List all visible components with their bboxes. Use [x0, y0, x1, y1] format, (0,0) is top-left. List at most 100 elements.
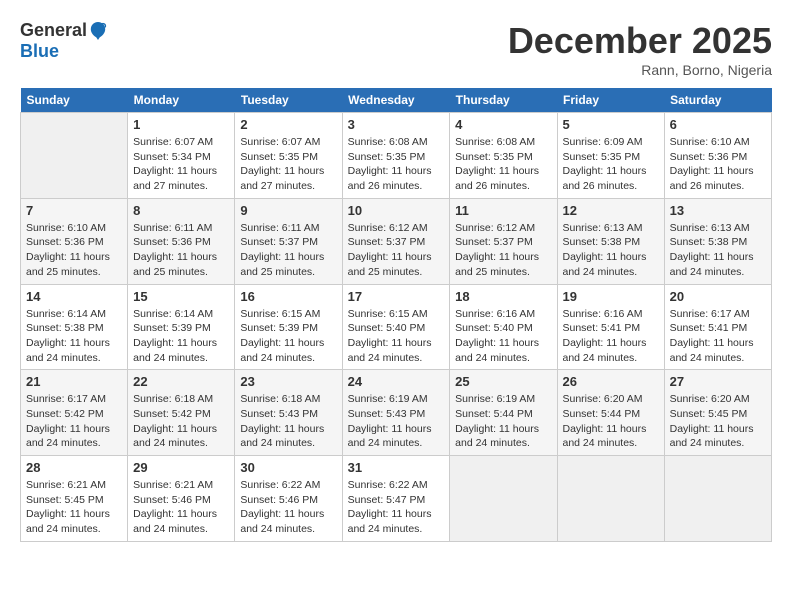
calendar-cell: 19Sunrise: 6:16 AMSunset: 5:41 PMDayligh…	[557, 284, 664, 370]
calendar-header-friday: Friday	[557, 88, 664, 113]
calendar-week-row: 21 Sunrise: 6:17 AMSunset: 5:42 PMDayligh…	[21, 370, 772, 456]
calendar-cell: 28 Sunrise: 6:21 AMSunset: 5:45 PMDayligh…	[21, 456, 128, 542]
day-number: 7	[26, 203, 122, 218]
calendar-header-wednesday: Wednesday	[342, 88, 450, 113]
calendar-cell: 21 Sunrise: 6:17 AMSunset: 5:42 PMDayligh…	[21, 370, 128, 456]
calendar-cell: 15 Sunrise: 6:14 AMSunset: 5:39 PMDayligh…	[128, 284, 235, 370]
day-number: 9	[240, 203, 336, 218]
calendar-cell: 1Sunrise: 6:07 AMSunset: 5:34 PMDaylight…	[128, 113, 235, 199]
day-info: Sunrise: 6:12 AMSunset: 5:37 PMDaylight:…	[348, 221, 445, 280]
day-number: 29	[133, 460, 229, 475]
day-info: Sunrise: 6:11 AMSunset: 5:37 PMDaylight:…	[240, 221, 336, 280]
calendar-cell: 13 Sunrise: 6:13 AMSunset: 5:38 PMDayligh…	[664, 198, 771, 284]
day-number: 10	[348, 203, 445, 218]
day-info: Sunrise: 6:13 AMSunset: 5:38 PMDaylight:…	[563, 221, 659, 280]
calendar-cell	[21, 113, 128, 199]
calendar-cell: 9 Sunrise: 6:11 AMSunset: 5:37 PMDaylight…	[235, 198, 342, 284]
day-info: Sunrise: 6:20 AMSunset: 5:44 PMDaylight:…	[563, 392, 659, 451]
calendar-cell: 18Sunrise: 6:16 AMSunset: 5:40 PMDayligh…	[450, 284, 557, 370]
calendar-cell: 5Sunrise: 6:09 AMSunset: 5:35 PMDaylight…	[557, 113, 664, 199]
day-number: 16	[240, 289, 336, 304]
day-info: Sunrise: 6:14 AMSunset: 5:38 PMDaylight:…	[26, 307, 122, 366]
calendar-cell: 7 Sunrise: 6:10 AMSunset: 5:36 PMDaylight…	[21, 198, 128, 284]
day-number: 13	[670, 203, 766, 218]
day-number: 17	[348, 289, 445, 304]
day-info: Sunrise: 6:15 AMSunset: 5:39 PMDaylight:…	[240, 307, 336, 366]
day-number: 28	[26, 460, 122, 475]
logo-bird-icon	[89, 20, 107, 42]
day-info: Sunrise: 6:08 AMSunset: 5:35 PMDaylight:…	[348, 135, 445, 194]
calendar-cell: 16 Sunrise: 6:15 AMSunset: 5:39 PMDayligh…	[235, 284, 342, 370]
calendar-cell: 6 Sunrise: 6:10 AMSunset: 5:36 PMDaylight…	[664, 113, 771, 199]
calendar-header-saturday: Saturday	[664, 88, 771, 113]
calendar-week-row: 14 Sunrise: 6:14 AMSunset: 5:38 PMDayligh…	[21, 284, 772, 370]
calendar-cell: 11Sunrise: 6:12 AMSunset: 5:37 PMDayligh…	[450, 198, 557, 284]
calendar-cell: 26 Sunrise: 6:20 AMSunset: 5:44 PMDayligh…	[557, 370, 664, 456]
calendar-header-thursday: Thursday	[450, 88, 557, 113]
day-info: Sunrise: 6:15 AMSunset: 5:40 PMDaylight:…	[348, 307, 445, 366]
day-number: 23	[240, 374, 336, 389]
calendar-week-row: 28 Sunrise: 6:21 AMSunset: 5:45 PMDayligh…	[21, 456, 772, 542]
day-number: 24	[348, 374, 445, 389]
day-number: 22	[133, 374, 229, 389]
calendar-cell	[450, 456, 557, 542]
day-number: 21	[26, 374, 122, 389]
calendar-cell	[557, 456, 664, 542]
day-info: Sunrise: 6:22 AMSunset: 5:47 PMDaylight:…	[348, 478, 445, 537]
location: Rann, Borno, Nigeria	[508, 62, 772, 78]
day-number: 25	[455, 374, 551, 389]
calendar-cell: 4Sunrise: 6:08 AMSunset: 5:35 PMDaylight…	[450, 113, 557, 199]
calendar-cell: 29 Sunrise: 6:21 AMSunset: 5:46 PMDayligh…	[128, 456, 235, 542]
logo-blue: Blue	[20, 42, 107, 62]
day-number: 14	[26, 289, 122, 304]
day-info: Sunrise: 6:10 AMSunset: 5:36 PMDaylight:…	[670, 135, 766, 194]
day-number: 5	[563, 117, 659, 132]
month-title: December 2025	[508, 20, 772, 62]
calendar-cell: 10 Sunrise: 6:12 AMSunset: 5:37 PMDayligh…	[342, 198, 450, 284]
day-number: 15	[133, 289, 229, 304]
day-number: 2	[240, 117, 336, 132]
day-info: Sunrise: 6:18 AMSunset: 5:43 PMDaylight:…	[240, 392, 336, 451]
day-info: Sunrise: 6:14 AMSunset: 5:39 PMDaylight:…	[133, 307, 229, 366]
calendar-header-row: SundayMondayTuesdayWednesdayThursdayFrid…	[21, 88, 772, 113]
day-number: 26	[563, 374, 659, 389]
day-info: Sunrise: 6:22 AMSunset: 5:46 PMDaylight:…	[240, 478, 336, 537]
day-number: 6	[670, 117, 766, 132]
day-info: Sunrise: 6:16 AMSunset: 5:41 PMDaylight:…	[563, 307, 659, 366]
day-info: Sunrise: 6:17 AMSunset: 5:41 PMDaylight:…	[670, 307, 766, 366]
day-info: Sunrise: 6:07 AMSunset: 5:34 PMDaylight:…	[133, 135, 229, 194]
calendar-cell: 17 Sunrise: 6:15 AMSunset: 5:40 PMDayligh…	[342, 284, 450, 370]
day-info: Sunrise: 6:12 AMSunset: 5:37 PMDaylight:…	[455, 221, 551, 280]
calendar-cell: 12 Sunrise: 6:13 AMSunset: 5:38 PMDayligh…	[557, 198, 664, 284]
calendar-cell: 27 Sunrise: 6:20 AMSunset: 5:45 PMDayligh…	[664, 370, 771, 456]
title-section: December 2025 Rann, Borno, Nigeria	[508, 20, 772, 78]
day-info: Sunrise: 6:19 AMSunset: 5:43 PMDaylight:…	[348, 392, 445, 451]
calendar-cell: 8Sunrise: 6:11 AMSunset: 5:36 PMDaylight…	[128, 198, 235, 284]
day-info: Sunrise: 6:07 AMSunset: 5:35 PMDaylight:…	[240, 135, 336, 194]
day-info: Sunrise: 6:19 AMSunset: 5:44 PMDaylight:…	[455, 392, 551, 451]
calendar-header-monday: Monday	[128, 88, 235, 113]
calendar-cell: 30Sunrise: 6:22 AMSunset: 5:46 PMDayligh…	[235, 456, 342, 542]
day-info: Sunrise: 6:20 AMSunset: 5:45 PMDaylight:…	[670, 392, 766, 451]
calendar-cell: 25 Sunrise: 6:19 AMSunset: 5:44 PMDayligh…	[450, 370, 557, 456]
calendar-cell	[664, 456, 771, 542]
day-number: 31	[348, 460, 445, 475]
day-info: Sunrise: 6:13 AMSunset: 5:38 PMDaylight:…	[670, 221, 766, 280]
day-info: Sunrise: 6:17 AMSunset: 5:42 PMDaylight:…	[26, 392, 122, 451]
calendar-header-sunday: Sunday	[21, 88, 128, 113]
day-info: Sunrise: 6:21 AMSunset: 5:46 PMDaylight:…	[133, 478, 229, 537]
calendar-cell: 14 Sunrise: 6:14 AMSunset: 5:38 PMDayligh…	[21, 284, 128, 370]
logo: General Blue	[20, 20, 107, 62]
day-number: 27	[670, 374, 766, 389]
day-info: Sunrise: 6:21 AMSunset: 5:45 PMDaylight:…	[26, 478, 122, 537]
day-number: 8	[133, 203, 229, 218]
calendar-week-row: 1Sunrise: 6:07 AMSunset: 5:34 PMDaylight…	[21, 113, 772, 199]
day-number: 18	[455, 289, 551, 304]
logo-general: General	[20, 20, 107, 42]
page-header: General Blue December 2025 Rann, Borno, …	[20, 20, 772, 78]
day-info: Sunrise: 6:10 AMSunset: 5:36 PMDaylight:…	[26, 221, 122, 280]
day-number: 12	[563, 203, 659, 218]
calendar-cell: 20Sunrise: 6:17 AMSunset: 5:41 PMDayligh…	[664, 284, 771, 370]
calendar-header-tuesday: Tuesday	[235, 88, 342, 113]
calendar-cell: 2 Sunrise: 6:07 AMSunset: 5:35 PMDaylight…	[235, 113, 342, 199]
